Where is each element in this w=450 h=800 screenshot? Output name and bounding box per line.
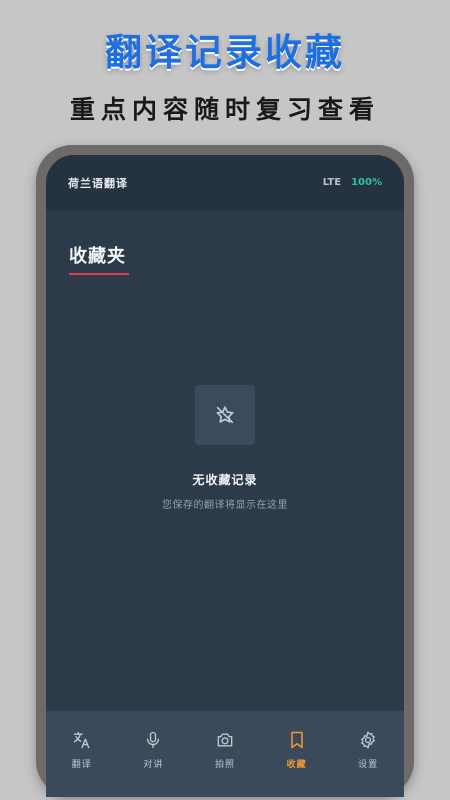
tab-settings-label: 设置	[358, 760, 379, 770]
tab-favorites[interactable]: 收藏	[267, 730, 327, 770]
app-name: 荷兰语翻译	[68, 176, 128, 190]
tab-translate-label: 翻译	[71, 760, 92, 770]
camera-icon	[217, 733, 233, 747]
page-title: 收藏夹	[69, 246, 126, 267]
star-off-icon	[216, 406, 234, 424]
gear-icon	[361, 731, 376, 749]
network-indicator: LTE	[322, 177, 342, 188]
translate-icon	[73, 731, 90, 749]
promo-title: 翻译记录收藏	[105, 31, 345, 74]
empty-icon-box	[195, 385, 255, 445]
app-screen: 荷兰语翻译 LTE 100% 收藏夹 无收藏记录 您保存的翻译将显示在这里 翻译…	[46, 155, 404, 797]
battery-indicator: 100%	[351, 177, 382, 188]
tab-camera[interactable]: 拍照	[195, 730, 255, 770]
tab-intercom-label: 对讲	[143, 760, 164, 770]
tab-settings[interactable]: 设置	[338, 730, 398, 770]
tab-intercom[interactable]: 对讲	[123, 730, 183, 770]
tab-translate[interactable]: 翻译	[52, 730, 112, 770]
empty-state: 无收藏记录 您保存的翻译将显示在这里	[46, 385, 404, 511]
bookmark-icon	[290, 731, 303, 749]
title-underline	[69, 273, 129, 275]
microphone-icon	[147, 731, 160, 749]
empty-title: 无收藏记录	[192, 473, 258, 487]
tab-camera-label: 拍照	[214, 760, 235, 770]
promo-subtitle: 重点内容随时复习查看	[69, 95, 380, 124]
status-indicators: LTE 100%	[323, 177, 382, 188]
status-bar: 荷兰语翻译 LTE 100%	[46, 155, 404, 210]
empty-description: 您保存的翻译将显示在这里	[162, 500, 288, 511]
tab-favorites-label: 收藏	[286, 760, 307, 770]
tab-bar: 翻译 对讲 拍照 收藏 设置	[46, 711, 404, 797]
page-header: 收藏夹	[69, 242, 129, 275]
phone-frame: 荷兰语翻译 LTE 100% 收藏夹 无收藏记录 您保存的翻译将显示在这里 翻译…	[36, 145, 414, 797]
